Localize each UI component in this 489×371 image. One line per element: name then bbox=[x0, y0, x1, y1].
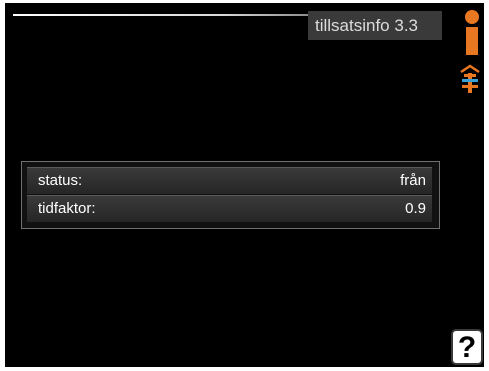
time-factor-label: tidfaktor: bbox=[38, 200, 96, 217]
addon-heater-icon bbox=[460, 64, 480, 93]
menu-number: 3.3 bbox=[394, 16, 419, 35]
info-panel: status: från tidfaktor: 0.9 bbox=[21, 161, 440, 229]
help-icon: ? bbox=[457, 331, 477, 364]
info-row-time-factor: tidfaktor: 0.9 bbox=[27, 195, 432, 222]
help-button[interactable]: ? bbox=[451, 329, 483, 365]
display-screen: tillsatsinfo 3.3 status: från tidfaktor:… bbox=[5, 3, 484, 367]
info-row-status: status: från bbox=[27, 167, 432, 194]
status-value: från bbox=[400, 172, 426, 189]
info-icon bbox=[465, 10, 479, 55]
menu-title: tillsatsinfo 3.3 bbox=[308, 11, 442, 40]
menu-title-text: tillsatsinfo bbox=[315, 16, 390, 35]
header-divider bbox=[13, 14, 313, 16]
time-factor-value: 0.9 bbox=[405, 200, 426, 217]
status-label: status: bbox=[38, 172, 83, 189]
